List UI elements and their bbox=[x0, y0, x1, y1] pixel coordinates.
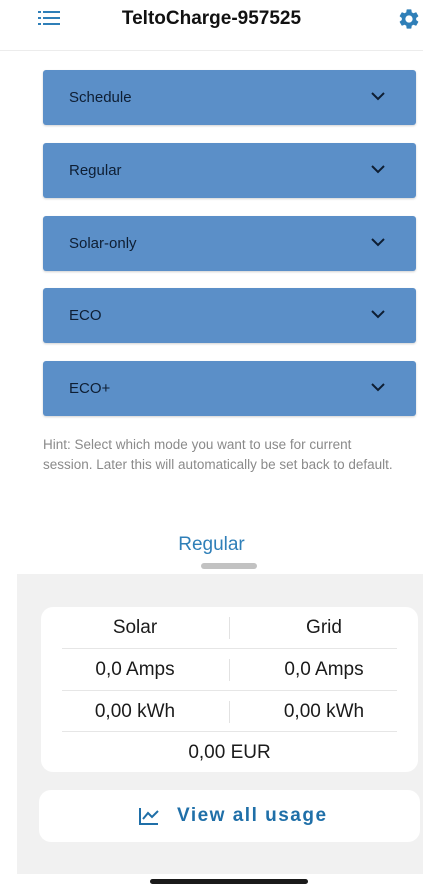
mode-dropdown-eco-plus[interactable]: ECO+ bbox=[43, 361, 416, 416]
line-chart-icon bbox=[139, 808, 159, 825]
current-mode-label: Regular bbox=[178, 534, 245, 555]
mode-label: ECO bbox=[69, 307, 102, 324]
column-divider bbox=[229, 617, 230, 639]
solar-current: 0,0 Amps bbox=[95, 659, 175, 680]
home-indicator[interactable] bbox=[150, 879, 308, 884]
chevron-down-icon bbox=[371, 238, 385, 247]
chevron-down-icon bbox=[371, 310, 385, 319]
grid-energy: 0,00 kWh bbox=[283, 701, 365, 722]
total-cost: 0,00 EUR bbox=[188, 742, 271, 763]
mode-dropdown-eco[interactable]: ECO bbox=[43, 288, 416, 343]
grid-header: Grid bbox=[306, 617, 342, 638]
row-divider bbox=[62, 731, 397, 732]
chevron-down-icon bbox=[371, 92, 385, 101]
view-all-usage-button[interactable]: View all usage bbox=[39, 790, 420, 842]
mode-label: ECO+ bbox=[69, 380, 111, 397]
mode-label: Solar-only bbox=[69, 235, 137, 252]
drag-handle[interactable] bbox=[201, 563, 257, 569]
mode-dropdown-schedule[interactable]: Schedule bbox=[43, 70, 416, 125]
solar-energy: 0,00 kWh bbox=[94, 701, 176, 722]
app-header: TeltoCharge-957525 bbox=[0, 0, 423, 51]
grid-current: 0,0 Amps bbox=[284, 659, 364, 680]
mode-hint-text: Hint: Select which mode you want to use … bbox=[43, 437, 393, 472]
mode-dropdown-regular[interactable]: Regular bbox=[43, 143, 416, 198]
gear-icon[interactable] bbox=[397, 7, 421, 31]
chevron-down-icon bbox=[371, 165, 385, 174]
column-divider bbox=[229, 659, 230, 681]
view-all-usage-label: View all usage bbox=[177, 805, 328, 826]
page-title: TeltoCharge-957525 bbox=[121, 8, 302, 29]
row-divider bbox=[62, 690, 397, 691]
column-divider bbox=[229, 701, 230, 723]
mode-dropdown-solar-only[interactable]: Solar-only bbox=[43, 216, 416, 271]
row-divider bbox=[62, 648, 397, 649]
solar-header: Solar bbox=[112, 617, 158, 638]
mode-label: Regular bbox=[69, 162, 122, 179]
mode-label: Schedule bbox=[69, 89, 132, 106]
chevron-down-icon bbox=[371, 383, 385, 392]
